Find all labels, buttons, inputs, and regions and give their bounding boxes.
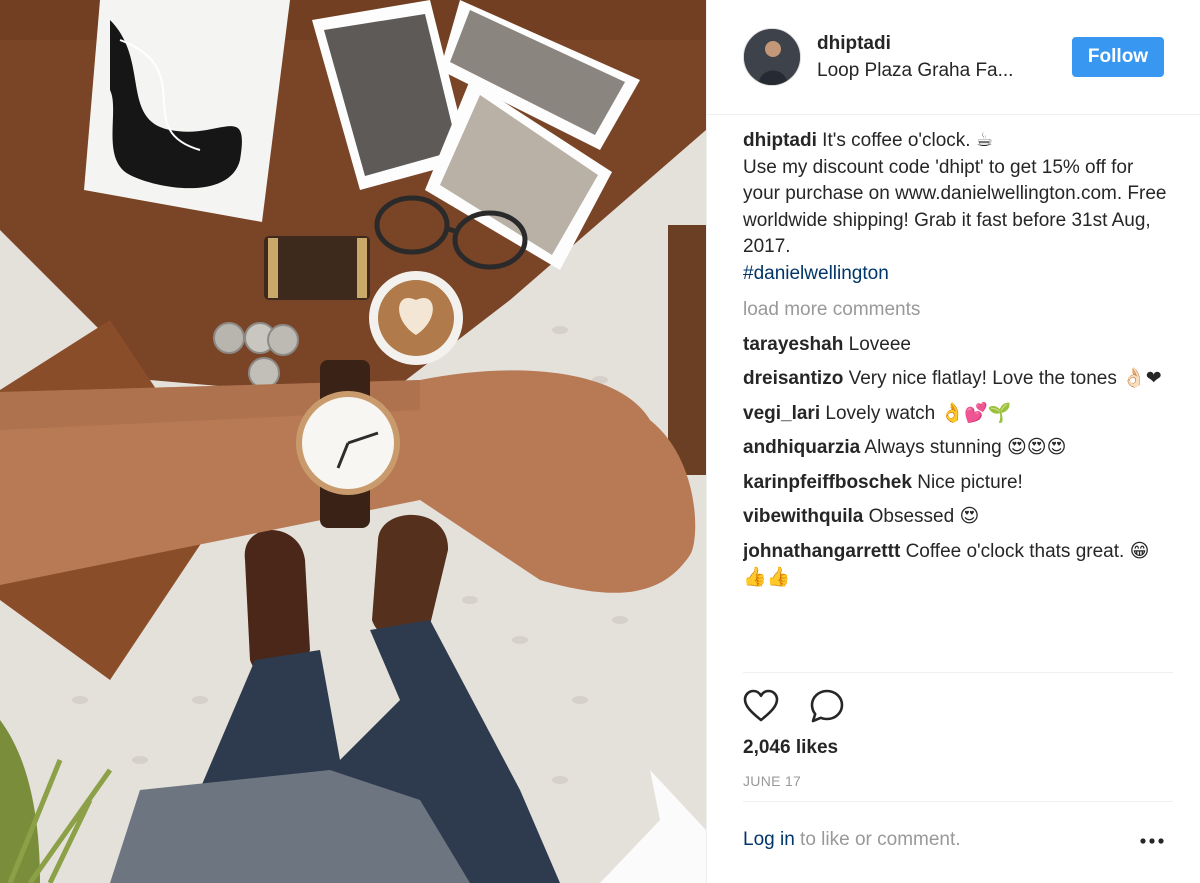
comment-username[interactable]: tarayeshah	[743, 334, 843, 355]
likes-count[interactable]: 2,046 likes	[743, 737, 838, 759]
comment-item: vegi_lari Lovely watch 👌💕🌱	[743, 401, 1173, 428]
comment-username[interactable]: johnathangarrettt	[743, 541, 900, 562]
caption-username[interactable]: dhiptadi	[743, 130, 817, 151]
load-more-comments-button[interactable]: load more comments	[743, 297, 1173, 324]
login-prompt-text: to like or comment.	[794, 829, 961, 850]
comment-item: dreisantizo Very nice flatlay! Love the …	[743, 366, 1173, 393]
comment-username[interactable]: vibewithquila	[743, 506, 863, 527]
follow-button[interactable]: Follow	[1072, 37, 1164, 77]
comments-list[interactable]: dhiptadi It's coffee o'clock. ☕ Use my d…	[743, 128, 1173, 673]
comment-username[interactable]: karinpfeiffboschek	[743, 472, 912, 493]
comment-text: Very nice flatlay! Love the tones 👌🏻❤	[848, 368, 1162, 389]
login-link[interactable]: Log in	[743, 829, 795, 850]
post-detail-panel: dhiptadi Loop Plaza Graha Fa... Follow d…	[706, 0, 1200, 883]
post-actions	[741, 686, 1171, 730]
comment-text: Loveee	[848, 333, 911, 355]
post-photo[interactable]	[0, 0, 706, 883]
heart-icon[interactable]	[741, 686, 781, 726]
comment-item: tarayeshah Loveee	[743, 332, 1173, 359]
avatar[interactable]	[743, 28, 801, 86]
comment-username[interactable]: dreisantizo	[743, 368, 843, 389]
comment-text: Always stunning 😍😍😍	[864, 437, 1067, 458]
comment-item: johnathangarrettt Coffee o'clock thats g…	[743, 539, 1173, 592]
post-username[interactable]: dhiptadi	[817, 33, 891, 55]
comment-username[interactable]: vegi_lari	[743, 403, 820, 424]
speech-bubble-icon[interactable]	[807, 686, 847, 726]
footer-divider	[743, 801, 1173, 802]
avatar-image	[744, 29, 800, 85]
ellipsis-icon[interactable]	[1137, 826, 1167, 856]
login-prompt: Log in to like or comment.	[743, 829, 961, 851]
post-header: dhiptadi Loop Plaza Graha Fa... Follow	[707, 0, 1200, 115]
comment-username[interactable]: andhiquarzia	[743, 437, 860, 458]
post-caption: dhiptadi It's coffee o'clock. ☕ Use my d…	[743, 128, 1173, 287]
post-date: JUNE 17	[743, 773, 802, 789]
comment-item: vibewithquila Obsessed 😍	[743, 504, 1173, 531]
post-photo-image	[0, 0, 706, 883]
comment-item: andhiquarzia Always stunning 😍😍😍	[743, 435, 1173, 462]
comment-text: Nice picture!	[917, 471, 1023, 493]
comment-item: karinpfeiffboschek Nice picture!	[743, 470, 1173, 497]
comment-text: Lovely watch 👌💕🌱	[825, 402, 1012, 424]
comments-divider	[743, 672, 1173, 673]
caption-hashtag-link[interactable]: #danielwellington	[743, 261, 1173, 288]
post-location[interactable]: Loop Plaza Graha Fa...	[817, 60, 1047, 82]
comment-text: Obsessed 😍	[868, 506, 980, 527]
